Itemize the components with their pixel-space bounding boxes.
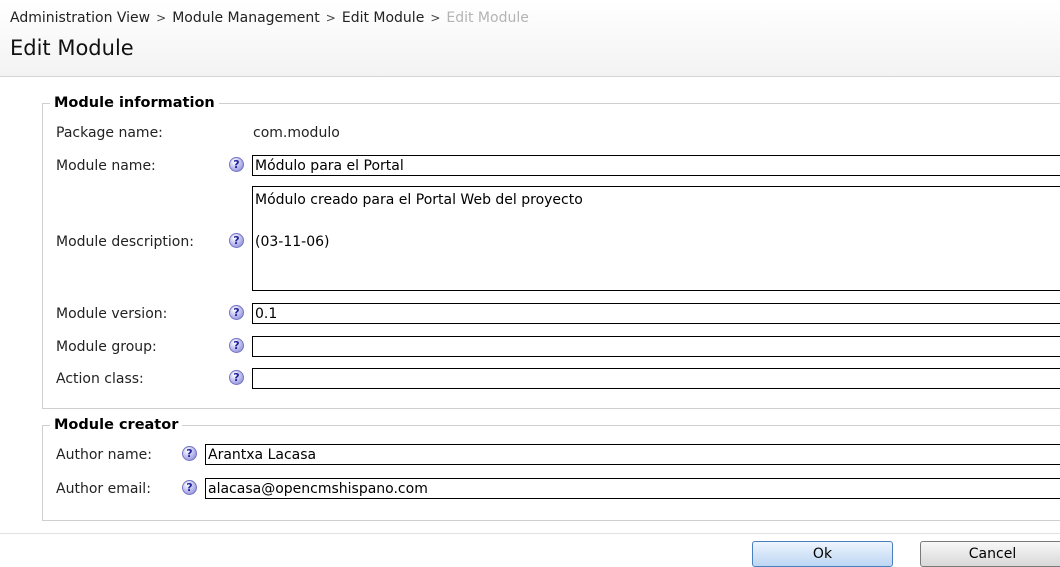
module-creator-group: Module creator	[42, 417, 1060, 521]
help-question-icon[interactable]: ?	[182, 446, 197, 461]
breadcrumb-administration-view[interactable]: Administration View	[10, 10, 150, 26]
module-creator-legend: Module creator	[54, 417, 179, 433]
module-version-input[interactable]	[252, 303, 1060, 324]
help-question-icon[interactable]: ?	[229, 157, 244, 172]
page-header: Administration View > Module Management > Ed…	[0, 0, 1060, 77]
author-name-input[interactable]	[205, 444, 1060, 465]
breadcrumb: Administration View > Module Management > Ed…	[10, 10, 529, 26]
module-version-label: Module version:	[56, 306, 168, 322]
breadcrumb-separator: >	[430, 11, 441, 25]
author-email-label: Author email:	[56, 481, 151, 497]
author-email-input[interactable]	[205, 478, 1060, 499]
package-name-value: com.modulo	[253, 125, 340, 141]
breadcrumb-separator: >	[156, 11, 167, 25]
module-information-legend: Module information	[54, 95, 215, 111]
help-question-icon[interactable]: ?	[229, 233, 244, 248]
breadcrumb-module-management[interactable]: Module Management	[172, 10, 320, 26]
help-question-icon[interactable]: ?	[229, 370, 244, 385]
breadcrumb-edit-module[interactable]: Edit Module	[342, 10, 424, 26]
action-class-input[interactable]	[252, 368, 1060, 389]
help-question-icon[interactable]: ?	[182, 480, 197, 495]
module-group-label: Module group:	[56, 339, 157, 355]
action-class-label: Action class:	[56, 371, 144, 387]
help-question-icon[interactable]: ?	[229, 305, 244, 320]
module-description-label: Module description:	[56, 234, 194, 250]
footer-divider	[0, 533, 1060, 534]
help-question-icon[interactable]: ?	[229, 338, 244, 353]
module-description-textarea[interactable]: Módulo creado para el Portal Web del pro…	[252, 186, 1060, 291]
breadcrumb-current: Edit Module	[446, 10, 529, 26]
breadcrumb-separator: >	[325, 11, 336, 25]
page-title: Edit Module	[10, 36, 134, 60]
package-name-label: Package name:	[56, 125, 163, 141]
cancel-button[interactable]: Cancel	[920, 541, 1060, 567]
ok-button[interactable]: Ok	[752, 541, 893, 567]
author-name-label: Author name:	[56, 447, 153, 463]
module-group-input[interactable]	[252, 336, 1060, 357]
module-name-input[interactable]	[252, 155, 1060, 176]
module-name-label: Module name:	[56, 158, 156, 174]
